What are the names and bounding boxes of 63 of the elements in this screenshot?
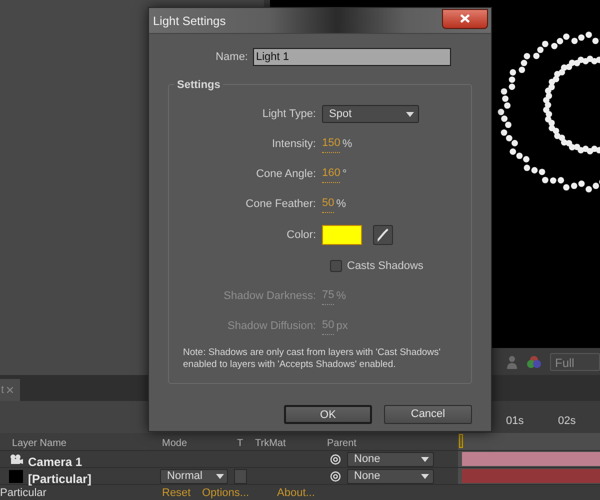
caret-icon: [421, 456, 429, 462]
solid-swatch: [9, 470, 23, 483]
eyedropper-icon: [377, 228, 389, 242]
dialog-button[interactable]: Cancel: [384, 405, 472, 424]
pick-whip-icon[interactable]: [330, 471, 341, 482]
field-label: Intensity:: [270, 136, 317, 152]
color-swatch[interactable]: [322, 225, 362, 245]
field-label: Cone Angle:: [255, 166, 317, 182]
layer-name[interactable]: Camera 1: [28, 452, 82, 471]
unit-label: px: [336, 318, 348, 334]
close-icon: [460, 14, 470, 23]
color-channels-icon: [526, 354, 542, 368]
value-field[interactable]: 50: [322, 195, 334, 213]
unit-label: %: [336, 288, 346, 304]
checkbox-label: Casts Shadows: [347, 258, 424, 274]
close-icon[interactable]: [7, 387, 14, 394]
time-marker: 01s: [506, 414, 524, 430]
playhead[interactable]: [459, 434, 463, 448]
resolution-dropdown[interactable]: Full: [550, 352, 600, 370]
column-header: T: [237, 437, 244, 452]
pick-whip-icon[interactable]: [330, 454, 341, 465]
layer-name[interactable]: [Particular]: [28, 470, 92, 488]
column-header: TrkMat: [255, 437, 286, 452]
unit-label: %: [342, 136, 352, 152]
field-label: Light Type:: [261, 106, 317, 122]
effect-link[interactable]: About...: [277, 485, 315, 500]
layer-bar[interactable]: [462, 452, 600, 466]
effect-name: Particular: [0, 486, 46, 500]
dialog-button[interactable]: OK: [284, 405, 372, 424]
time-marker: 02s: [558, 414, 576, 430]
field-label: Shadow Diffusion:: [226, 318, 317, 334]
column-header: Mode: [162, 437, 188, 452]
camera-icon: [10, 454, 23, 465]
field-label: Cone Feather:: [244, 196, 317, 212]
value-field[interactable]: 160: [322, 165, 340, 183]
parent-dropdown[interactable]: None: [347, 452, 434, 467]
name-label: Name:: [214, 50, 249, 65]
trkmat-box[interactable]: [234, 469, 247, 484]
close-button[interactable]: [442, 8, 488, 28]
checkbox[interactable]: [330, 260, 342, 272]
group-title: Settings: [174, 77, 224, 94]
person-icon: [506, 354, 518, 368]
effect-link[interactable]: Options...: [202, 485, 250, 500]
column-header: Parent: [327, 437, 356, 452]
mode-dropdown[interactable]: Normal: [160, 469, 228, 484]
eyedropper-button[interactable]: [373, 225, 393, 245]
effect-link[interactable]: Reset: [162, 485, 191, 500]
caret-icon: [216, 474, 224, 479]
unit-label: %: [336, 196, 346, 212]
field-label: Shadow Darkness:: [222, 288, 317, 304]
window-title: Light Settings: [153, 12, 226, 30]
caret-icon: [406, 112, 414, 116]
unit-label: °: [342, 166, 347, 182]
timeline-tab[interactable]: t: [0, 379, 20, 402]
light-type-dropdown[interactable]: Spot: [322, 105, 419, 123]
caret-icon: [421, 474, 429, 479]
tab-label: t: [1, 382, 4, 398]
value-field[interactable]: 150: [322, 135, 340, 153]
column-header: Layer Name: [12, 437, 66, 452]
parent-dropdown[interactable]: None: [347, 469, 434, 484]
shadow-note: Note: Shadows are only cast from layers with 'Cast Shadows' enabled to layers with 'Accepts Shadows' enabled.: [182, 347, 442, 371]
name-input[interactable]: Light 1: [253, 48, 451, 66]
field-label: Color:: [286, 228, 317, 243]
